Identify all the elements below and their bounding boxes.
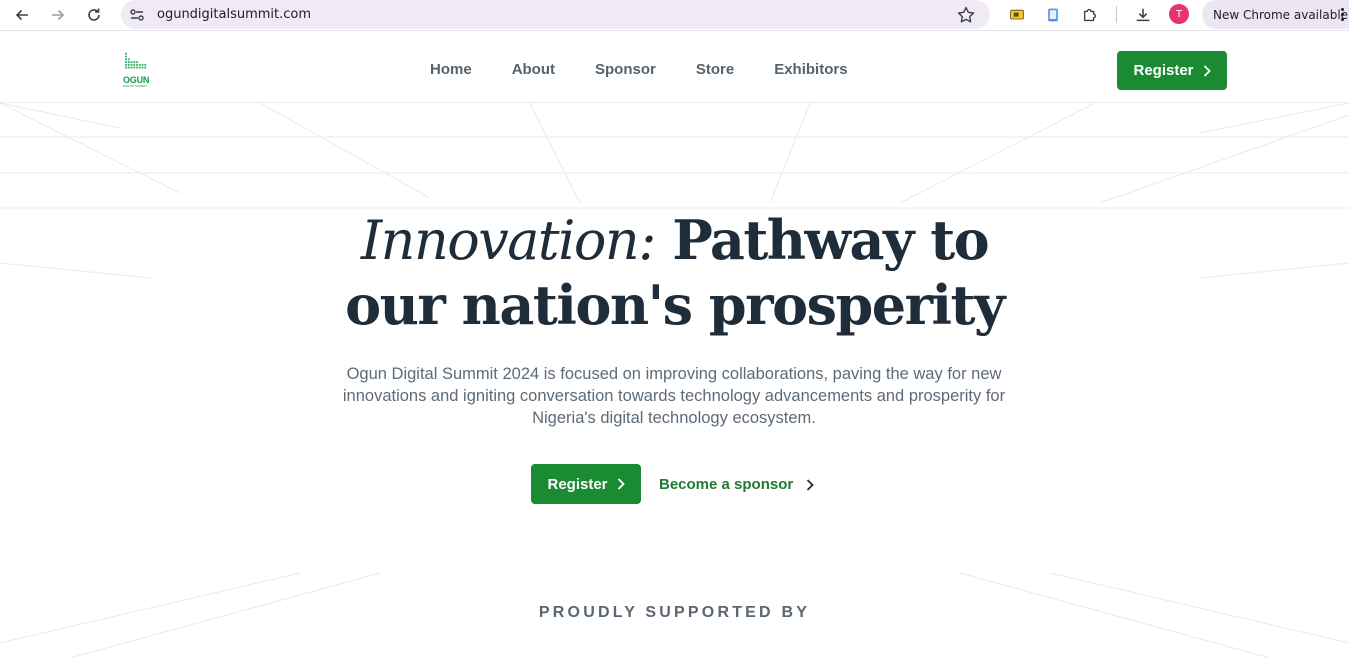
address-bar[interactable]: ogundigitalsummit.com <box>121 0 990 29</box>
logo-subtext: DIGITAL SUMMIT <box>123 84 147 88</box>
become-sponsor-label: Become a sponsor <box>659 476 794 493</box>
extension-screen-icon[interactable] <box>1007 5 1027 25</box>
hero-title-line1: Pathway to <box>654 208 989 272</box>
nav-sponsor[interactable]: Sponsor <box>595 61 656 78</box>
hero-title-line2: our nation's prosperity <box>345 273 1005 337</box>
nav-store[interactable]: Store <box>696 61 734 78</box>
extension-phone-icon[interactable] <box>1043 5 1063 25</box>
forward-icon[interactable] <box>45 3 71 27</box>
reload-icon[interactable] <box>81 3 107 27</box>
nav-about[interactable]: About <box>512 61 555 78</box>
hero-title: Innovation: Pathway to our nation's pros… <box>0 208 1349 337</box>
chrome-update-button[interactable]: New Chrome available <box>1202 0 1349 29</box>
chrome-update-label: New Chrome available <box>1213 7 1349 22</box>
url-text[interactable]: ogundigitalsummit.com <box>157 7 311 22</box>
become-sponsor-link[interactable]: Become a sponsor <box>659 476 814 493</box>
kebab-menu-icon[interactable] <box>1339 7 1345 23</box>
hero-title-italic: Innovation: <box>360 209 657 272</box>
chevron-right-icon <box>807 478 814 491</box>
header-register-label: Register <box>1133 62 1194 79</box>
bookmark-star-icon[interactable] <box>956 5 976 25</box>
nav-exhibitors[interactable]: Exhibitors <box>774 61 847 78</box>
chevron-right-icon <box>1203 64 1211 77</box>
site-header: OGUN DIGITAL SUMMIT Home About Sponsor S… <box>0 38 1349 103</box>
browser-toolbar: ogundigitalsummit.com T New Chrome avail… <box>0 0 1349 31</box>
main-nav: Home About Sponsor Store Exhibitors <box>430 61 888 78</box>
profile-avatar[interactable]: T <box>1169 4 1189 24</box>
chevron-right-icon <box>617 478 625 490</box>
nav-home[interactable]: Home <box>430 61 472 78</box>
hero-register-button[interactable]: Register <box>531 464 641 504</box>
supported-by-heading: PROUDLY SUPPORTED BY <box>538 604 811 621</box>
downloads-icon[interactable] <box>1133 5 1153 25</box>
toolbar-divider <box>1116 6 1117 23</box>
extensions-puzzle-icon[interactable] <box>1080 5 1100 25</box>
header-register-button[interactable]: Register <box>1117 51 1227 90</box>
hero-subtitle: Ogun Digital Summit 2024 is focused on i… <box>342 365 1006 427</box>
hero-register-label: Register <box>547 475 608 493</box>
site-info-icon[interactable] <box>128 6 146 24</box>
back-icon[interactable] <box>9 3 35 27</box>
